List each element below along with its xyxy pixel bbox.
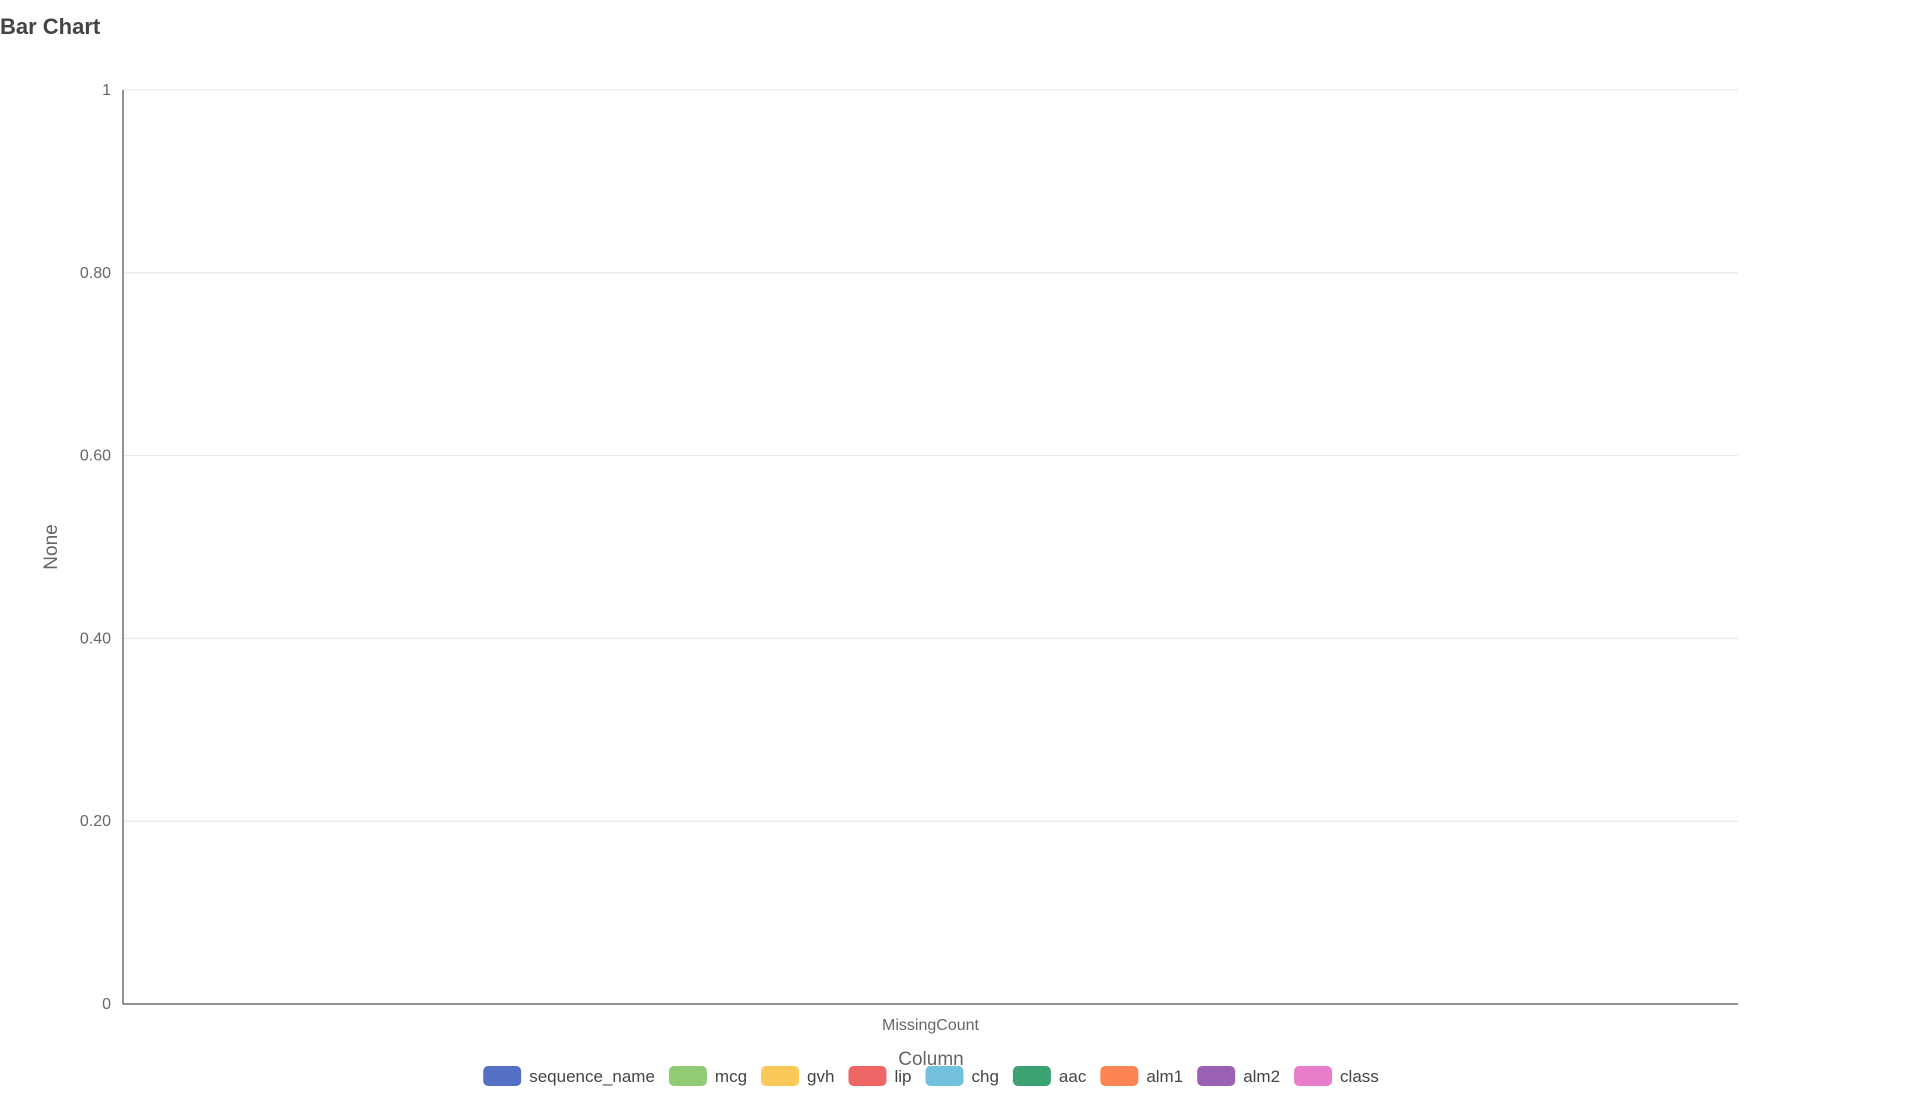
legend-item-mcg[interactable]: mcg xyxy=(668,1066,747,1086)
axes xyxy=(122,90,1738,1005)
legend-item-aac[interactable]: aac xyxy=(1012,1066,1087,1086)
legend-label: mcg xyxy=(715,1067,747,1086)
legend-swatch xyxy=(925,1066,964,1086)
x-tick-label: MissingCount xyxy=(882,1017,979,1034)
legend-label: gvh xyxy=(807,1067,834,1086)
legend-item-alm1[interactable]: alm1 xyxy=(1100,1066,1183,1086)
y-tick-label: 0 xyxy=(102,996,111,1013)
legend-label: alm1 xyxy=(1146,1067,1183,1086)
legend-label: alm2 xyxy=(1243,1067,1280,1086)
legend-swatch xyxy=(1197,1066,1236,1086)
grid-lines xyxy=(123,89,1738,822)
legend-swatch xyxy=(1100,1066,1139,1086)
y-tick-label: 1 xyxy=(102,82,111,99)
legend-label: lip xyxy=(894,1067,911,1086)
legend-item-sequence_name[interactable]: sequence_name xyxy=(483,1066,655,1086)
y-tick-label: 0.20 xyxy=(80,813,111,830)
legend-swatch xyxy=(1012,1066,1051,1086)
legend-item-gvh[interactable]: gvh xyxy=(761,1066,834,1086)
legend-swatch xyxy=(483,1066,522,1086)
legend-label: sequence_name xyxy=(529,1067,655,1086)
x-axis-ticks: MissingCount xyxy=(882,1017,979,1034)
legend-item-chg[interactable]: chg xyxy=(925,1066,999,1086)
legend-item-lip[interactable]: lip xyxy=(848,1066,911,1086)
legend: sequence_name mcg gvh lip chg aac alm1 alm2 clas… xyxy=(483,1066,1379,1086)
legend-swatch xyxy=(848,1066,887,1086)
legend-label: aac xyxy=(1059,1067,1087,1086)
legend-item-alm2[interactable]: alm2 xyxy=(1197,1066,1280,1086)
bar-chart: 00.200.400.600.801 MissingCount None Col… xyxy=(41,82,1738,1086)
legend-swatch xyxy=(1294,1066,1333,1086)
y-axis-ticks: 0 0.20 0.40 0.60 0.80 1 xyxy=(80,82,111,1013)
y-tick-label: 0.80 xyxy=(80,265,111,282)
legend-swatch xyxy=(761,1066,800,1086)
legend-item-class[interactable]: class xyxy=(1294,1066,1379,1086)
y-axis-title: None xyxy=(41,524,62,569)
legend-label: class xyxy=(1340,1067,1379,1086)
legend-label: chg xyxy=(971,1067,998,1086)
y-tick-label: 0.40 xyxy=(80,630,111,647)
y-tick-label: 0.60 xyxy=(80,448,111,465)
legend-swatch xyxy=(668,1066,707,1086)
